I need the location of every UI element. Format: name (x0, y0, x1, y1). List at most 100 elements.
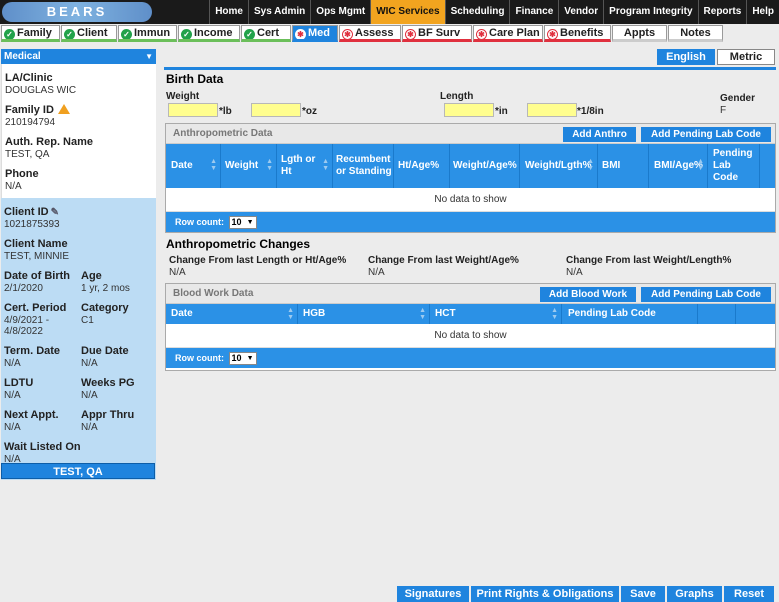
col-length-or-height[interactable]: Lgth or Ht ▲ ▼ (277, 144, 333, 188)
col-bmi-age[interactable]: BMI/Age% ▲ ▼ (649, 144, 708, 188)
client-info-panel: Medical ▼ LA/Clinic DOUGLAS WIC Family ID… (1, 49, 156, 480)
birth-weight-oz-input[interactable] (251, 103, 301, 117)
menu-reports[interactable]: Reports (697, 0, 747, 24)
blood-table-header: Date ▲ ▼ HGB ▲ ▼ HCT ▲ ▼ Pending Lab Code (166, 304, 775, 324)
warning-icon[interactable] (57, 104, 70, 114)
med-content: English Metric Birth Data Weight *lb *oz… (164, 49, 776, 587)
row-count-label: Row count: (175, 217, 224, 227)
save-button[interactable]: Save (621, 586, 665, 602)
tab-appts[interactable]: Appts (612, 25, 667, 42)
birth-length-in-input[interactable] (444, 103, 494, 117)
blood-row-count-select[interactable]: 10 ▼ (228, 352, 257, 366)
client-name-button[interactable]: TEST, QA (1, 463, 155, 479)
col-recumbent-or-standing[interactable]: Recumbent or Standing (333, 144, 394, 188)
tab-benefits[interactable]: ✱ Benefits (544, 25, 611, 42)
tab-immun[interactable]: ✓ Immun (118, 25, 177, 42)
reset-button[interactable]: Reset (724, 586, 774, 602)
blood-no-data: No data to show (166, 324, 775, 348)
due-date-value: N/A (81, 358, 98, 369)
menu-home[interactable]: Home (209, 0, 248, 24)
menu-finance[interactable]: Finance (509, 0, 558, 24)
phone-label: Phone (5, 168, 39, 180)
tab-cert[interactable]: ✓ Cert (241, 25, 291, 42)
eighth-inch-unit: *1/8in (577, 106, 604, 117)
change-weight-age-label: Change From last Weight/Age% (368, 255, 519, 266)
tab-med[interactable]: ✱ Med (292, 25, 338, 42)
tab-notes[interactable]: Notes (668, 25, 723, 42)
blood-work-panel: Blood Work Data Add Blood Work Add Pendi… (165, 283, 776, 371)
tab-bf-surv[interactable]: ✱ BF Surv (402, 25, 472, 42)
lb-unit: *lb (219, 106, 232, 117)
category-value: C1 (81, 315, 94, 326)
anthro-panel-title: Anthropometric Data (173, 128, 273, 139)
col-blood-date[interactable]: Date ▲ ▼ (166, 304, 298, 324)
birth-data-title: Birth Data (166, 72, 224, 86)
menu-wic-services[interactable]: WIC Services (370, 0, 445, 24)
required-icon: ✱ (547, 29, 558, 39)
add-blood-work-button[interactable]: Add Blood Work (540, 287, 636, 302)
anthro-changes-title: Anthropometric Changes (166, 237, 311, 251)
add-pending-lab-code-button[interactable]: Add Pending Lab Code (641, 127, 771, 142)
menu-scheduling[interactable]: Scheduling (444, 0, 510, 24)
tab-family[interactable]: ✓ Family (1, 25, 60, 42)
row-count-label: Row count: (175, 353, 224, 363)
chevron-down-icon: ▼ (145, 52, 153, 61)
tab-care-plan[interactable]: ✱ Care Plan (473, 25, 543, 42)
col-hgb[interactable]: HGB ▲ ▼ (298, 304, 430, 324)
col-date[interactable]: Date ▲ ▼ (166, 144, 221, 188)
col-weight[interactable]: Weight ▲ ▼ (221, 144, 277, 188)
birth-length-eighth-input[interactable] (527, 103, 577, 117)
col-ht-age[interactable]: Ht/Age% (394, 144, 450, 188)
col-bmi[interactable]: BMI (598, 144, 649, 188)
col-weight-age[interactable]: Weight/Age% (450, 144, 520, 188)
tab-assess[interactable]: ✱ Assess (339, 25, 401, 42)
menu-sys-admin[interactable]: Sys Admin (247, 0, 310, 24)
anthro-row-count-bar: Row count: 10 ▼ (166, 212, 775, 232)
menu-help[interactable]: Help (746, 0, 779, 24)
menu-ops-mgmt[interactable]: Ops Mgmt (310, 0, 370, 24)
cert-period-start: 4/9/2021 - (4, 315, 50, 326)
check-icon: ✓ (64, 29, 75, 39)
menu-vendor[interactable]: Vendor (558, 0, 603, 24)
check-icon: ✓ (4, 29, 15, 39)
metric-units-button[interactable]: Metric (717, 49, 775, 65)
anthro-row-count-select[interactable]: 10 ▼ (228, 216, 257, 230)
ldtu-value: N/A (4, 390, 21, 401)
tab-income[interactable]: ✓ Income (178, 25, 240, 42)
gender-label: Gender (720, 93, 756, 104)
top-bar: BEARS Home Sys Admin Ops Mgmt WIC Servic… (0, 0, 779, 24)
check-icon: ✓ (121, 29, 132, 39)
sort-icon: ▲ ▼ (287, 307, 294, 321)
sort-icon: ▲ ▼ (322, 158, 329, 172)
term-date-label: Term. Date (4, 345, 61, 357)
tab-client[interactable]: ✓ Client (61, 25, 117, 42)
change-length-value: N/A (169, 267, 186, 278)
menu-program-integrity[interactable]: Program Integrity (603, 0, 697, 24)
clinic-value: DOUGLAS WIC (5, 85, 77, 96)
birth-weight-lb-input[interactable] (168, 103, 218, 117)
change-length-label: Change From last Length or Ht/Age% (169, 255, 347, 266)
wait-listed-label: Wait Listed On (4, 441, 81, 453)
col-weight-length[interactable]: Weight/Lgth% ▲ ▼ (520, 144, 598, 188)
signatures-button[interactable]: Signatures (397, 586, 469, 602)
english-units-button[interactable]: English (657, 49, 715, 65)
family-id-label: Family ID (5, 104, 54, 116)
sort-icon: ▲ ▼ (551, 307, 558, 321)
change-weight-age-value: N/A (368, 267, 385, 278)
program-dropdown[interactable]: Medical ▼ (1, 49, 156, 64)
phone-value: N/A (5, 181, 22, 192)
add-anthro-button[interactable]: Add Anthro (563, 127, 636, 142)
col-blood-pending-lab-code[interactable]: Pending Lab Code (562, 304, 698, 324)
print-rights-button[interactable]: Print Rights & Obligations (471, 586, 619, 602)
appr-thru-value: N/A (81, 422, 98, 433)
col-hct[interactable]: HCT ▲ ▼ (430, 304, 562, 324)
app-logo[interactable]: BEARS (2, 2, 152, 22)
col-pending-lab-code[interactable]: Pending Lab Code (708, 144, 760, 188)
change-weight-length-label: Change From last Weight/Length% (566, 255, 732, 266)
cert-period-end: 4/8/2022 (4, 326, 43, 337)
sort-icon: ▲ ▼ (266, 158, 273, 172)
auth-rep-value: TEST, QA (5, 149, 50, 160)
graphs-button[interactable]: Graphs (667, 586, 722, 602)
pencil-icon[interactable]: ✎ (51, 206, 59, 219)
add-pending-lab-code-button-blood[interactable]: Add Pending Lab Code (641, 287, 771, 302)
